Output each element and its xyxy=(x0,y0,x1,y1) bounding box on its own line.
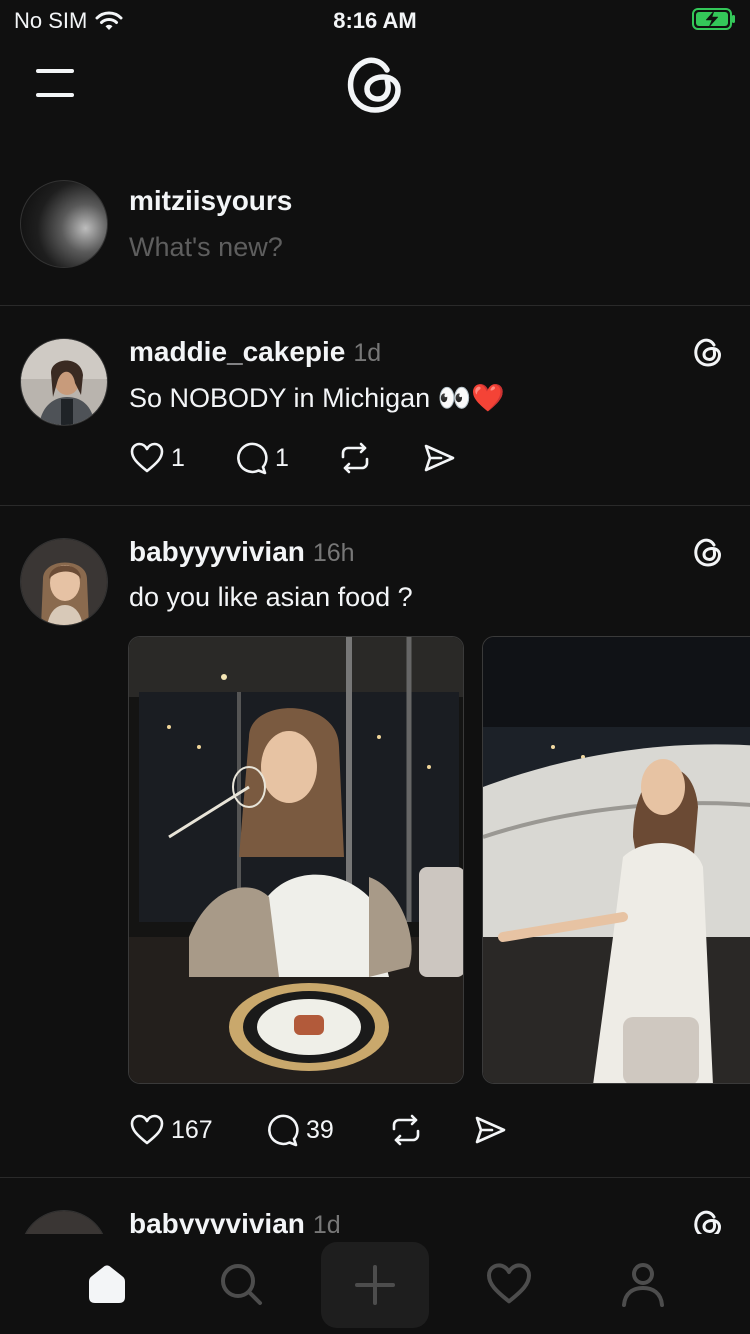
post-header: babyyyvivian 16h xyxy=(129,536,355,568)
like-count: 167 xyxy=(171,1115,213,1144)
post-time: 1d xyxy=(353,339,382,367)
battery-charging-icon xyxy=(692,8,735,30)
avatar[interactable] xyxy=(20,338,108,426)
nav-compose-button[interactable] xyxy=(321,1242,429,1328)
comment-icon xyxy=(237,442,268,475)
comment-icon xyxy=(268,1114,299,1147)
post-time: 16h xyxy=(312,539,355,567)
composer-username: mitziisyours xyxy=(129,185,293,216)
threads-icon[interactable] xyxy=(692,336,724,368)
post-header: maddie_cakepie 1d xyxy=(129,336,381,368)
nav-search[interactable] xyxy=(211,1254,271,1314)
post-text: do you like asian food ? xyxy=(129,582,413,612)
post-username[interactable]: babyyyvivian xyxy=(129,536,305,568)
post-header: babyyyvivian 1d xyxy=(129,1208,341,1234)
plus-icon xyxy=(355,1265,395,1305)
menu-icon[interactable] xyxy=(36,66,76,100)
repost-button[interactable] xyxy=(337,440,421,476)
media-carousel[interactable] xyxy=(128,636,750,1084)
restaurant-photo xyxy=(129,637,463,1083)
threads-icon[interactable] xyxy=(692,536,724,568)
avatar[interactable] xyxy=(20,538,108,626)
avatar-photo xyxy=(21,539,107,625)
post-actions: 167 39 xyxy=(129,1112,508,1148)
like-count: 1 xyxy=(171,443,185,472)
post-time: 1d xyxy=(312,1211,341,1234)
nav-activity[interactable] xyxy=(479,1254,539,1314)
share-button[interactable] xyxy=(472,1112,508,1148)
reply-button[interactable]: 39 xyxy=(264,1112,388,1148)
home-icon xyxy=(89,1265,125,1303)
post-item: babyyyvivian 1d xyxy=(0,1178,750,1234)
composer-placeholder[interactable]: What's new? xyxy=(129,232,283,263)
like-button[interactable]: 1 xyxy=(129,440,233,476)
profile-icon xyxy=(622,1263,664,1307)
heart-icon xyxy=(487,1263,531,1304)
repost-button[interactable] xyxy=(388,1112,472,1148)
status-bar: No SIM 8:16 AM xyxy=(0,0,750,44)
post-actions: 1 1 xyxy=(129,440,457,476)
heart-icon xyxy=(130,1114,164,1145)
nav-profile[interactable] xyxy=(613,1254,673,1314)
avatar[interactable] xyxy=(20,1210,108,1234)
bottom-navigation xyxy=(0,1234,750,1334)
post-username[interactable]: maddie_cakepie xyxy=(129,336,345,368)
threads-logo-icon[interactable] xyxy=(343,52,407,116)
threads-icon[interactable] xyxy=(692,1208,724,1234)
reply-count: 39 xyxy=(306,1115,334,1144)
repost-icon xyxy=(341,442,369,474)
post-photo[interactable] xyxy=(128,636,464,1084)
reply-button[interactable]: 1 xyxy=(233,440,337,476)
post-text: So NOBODY in Michigan 👀❤️ xyxy=(129,383,505,413)
post-username[interactable]: babyyyvivian xyxy=(129,1208,305,1234)
nav-home[interactable] xyxy=(77,1254,137,1314)
new-thread-composer[interactable]: mitziisyours What's new? xyxy=(0,160,750,306)
post-photo[interactable] xyxy=(482,636,750,1084)
avatar[interactable] xyxy=(20,180,108,268)
search-icon xyxy=(221,1264,262,1305)
post-item: maddie_cakepie 1d So NOBODY in Michigan … xyxy=(0,306,750,506)
reply-count: 1 xyxy=(275,443,289,472)
clock: 8:16 AM xyxy=(333,8,417,33)
share-button[interactable] xyxy=(421,440,457,476)
repost-icon xyxy=(392,1114,420,1146)
share-icon xyxy=(424,444,455,472)
share-icon xyxy=(475,1116,506,1144)
avatar-photo xyxy=(21,339,107,425)
post-item: babyyyvivian 16h do you like asian food … xyxy=(0,506,750,1178)
yacht-photo xyxy=(483,637,750,1083)
avatar-photo xyxy=(21,1211,107,1234)
heart-icon xyxy=(130,442,164,473)
like-button[interactable]: 167 xyxy=(129,1112,264,1148)
